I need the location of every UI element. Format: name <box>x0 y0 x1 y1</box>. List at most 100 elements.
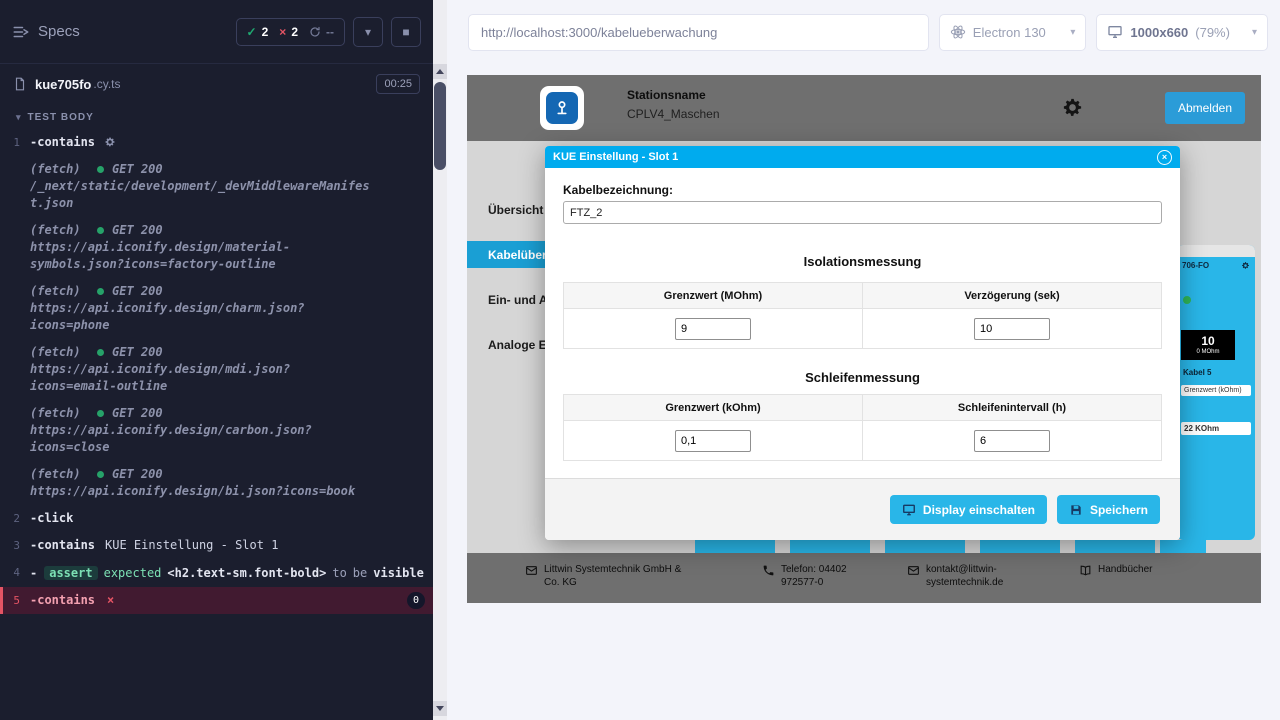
command-number: 3 <box>0 537 30 554</box>
fetch-log-row[interactable]: (fetch) GET 200 https://api.iconify.desi… <box>0 461 433 505</box>
save-button[interactable]: Speichern <box>1057 495 1160 524</box>
schleifen-table: Grenzwert (kOhm) Schleifenintervall (h) <box>563 394 1162 461</box>
fetch-url: /_next/static/development/_devMiddleware… <box>30 178 372 212</box>
logout-button[interactable]: Abmelden <box>1165 92 1245 124</box>
url-input[interactable] <box>468 14 929 51</box>
retry-badge: 0 <box>407 592 425 609</box>
manuals-label: Handbücher <box>1098 563 1152 576</box>
command-number: 5 <box>3 592 30 609</box>
kabelbezeichnung-input[interactable] <box>563 201 1162 224</box>
assert-expected: expected <box>104 566 162 580</box>
fetch-log-row[interactable]: (fetch) GET 200 https://api.iconify.desi… <box>0 400 433 461</box>
loop-grenzwert-input[interactable] <box>675 430 751 452</box>
background-button-fragment <box>695 540 775 553</box>
scrollbar-thumb[interactable] <box>434 82 446 170</box>
viewport-select[interactable]: 1000x660 (79%) ▾ <box>1096 14 1268 51</box>
fetch-label: (fetch) <box>30 467 81 481</box>
test-body-toggle[interactable]: ▾ TEST BODY <box>0 104 433 129</box>
specs-menu-icon[interactable] <box>12 23 30 41</box>
nav-item-analoge-eingaenge[interactable]: Analoge Eingänge <box>467 322 545 367</box>
slot-label: 706-FO <box>1182 261 1209 270</box>
footer-email: kontakt@littwin-systemtechnik.de <box>907 563 1037 589</box>
command-name: -contains <box>30 537 95 554</box>
nav-item-ein-und-ausgaenge[interactable]: Ein- und Ausgänge <box>467 277 545 322</box>
iso-verzoegerung-input[interactable] <box>974 318 1050 340</box>
modal-footer: Display einschalten Speichern <box>545 478 1180 540</box>
isolation-table: Grenzwert (MOhm) Verzögerung (sek) <box>563 282 1162 349</box>
close-icon[interactable]: × <box>1157 150 1172 165</box>
test-stats: ✓ 2 × 2 -- <box>236 18 345 46</box>
company-name: Littwin Systemtechnik GmbH & Co. KG <box>544 563 693 589</box>
scroll-up-button[interactable] <box>433 64 447 79</box>
footer-phone: Telefon: 04402 972577-0 <box>762 563 874 589</box>
status-dot <box>97 166 104 173</box>
fetch-status: GET 200 <box>112 406 163 420</box>
nav-item-uebersicht[interactable]: Übersicht <box>467 187 545 232</box>
browser-select[interactable]: Electron 130 ▾ <box>939 14 1087 51</box>
specs-title: Specs <box>38 23 80 40</box>
fetch-url: https://api.iconify.design/material-symb… <box>30 239 372 273</box>
cypress-reporter: Specs ✓ 2 × 2 -- ▾ ■ <box>0 0 433 720</box>
background-button-fragment <box>1160 540 1206 553</box>
status-dot <box>1183 296 1191 304</box>
scroll-down-button[interactable] <box>433 701 447 716</box>
phone-number: Telefon: 04402 972577-0 <box>781 563 874 589</box>
browser-name: Electron 130 <box>973 25 1046 40</box>
command-name: -contains <box>30 134 95 151</box>
display-on-button[interactable]: Display einschalten <box>890 495 1047 524</box>
gear-icon[interactable] <box>1241 261 1250 270</box>
fetch-log-row[interactable]: (fetch) GET 200 /_next/static/developmen… <box>0 156 433 217</box>
status-dot <box>97 349 104 356</box>
fetch-label: (fetch) <box>30 162 81 176</box>
background-button-fragment <box>790 540 870 553</box>
command-row[interactable]: 2 -click <box>0 505 433 532</box>
viewport-size: 1000x660 <box>1130 25 1188 40</box>
station-info: Stationsname CPLV4_Maschen <box>627 88 720 121</box>
passed-stat: ✓ 2 <box>247 25 269 39</box>
background-button-fragment <box>980 540 1060 553</box>
nav-item-kabelueberwachung[interactable]: Kabelüberwachung <box>467 241 545 268</box>
status-dot <box>97 227 104 234</box>
command-name: - <box>30 566 37 580</box>
settings-gear-icon[interactable] <box>1061 96 1084 119</box>
iso-grenzwert-input[interactable] <box>675 318 751 340</box>
app-nav: Übersicht Kabelüberwachung Ein- und Ausg… <box>467 187 545 367</box>
stop-button[interactable]: ■ <box>391 17 421 47</box>
monitor-icon <box>902 503 916 517</box>
fetch-status: GET 200 <box>112 284 163 298</box>
station-name: CPLV4_Maschen <box>627 107 720 121</box>
fetch-url: https://api.iconify.design/bi.json?icons… <box>30 483 372 500</box>
spec-file-row[interactable]: kue705fo .cy.ts 00:25 <box>0 64 433 104</box>
modal-title: KUE Einstellung - Slot 1 <box>553 151 678 163</box>
phone-icon <box>762 563 775 577</box>
command-number: 2 <box>0 510 30 527</box>
iso-col-grenzwert: Grenzwert (MOhm) <box>564 283 863 309</box>
command-row[interactable]: 1 -contains <box>0 129 433 156</box>
assert-row[interactable]: 4 -assertexpected<h2.text-sm.font-bold>t… <box>0 559 433 587</box>
failed-command-row[interactable]: 5 -contains × 0 <box>0 587 433 614</box>
floppy-icon <box>1069 503 1083 517</box>
slot-card: 706-FO 10 0 MOhm Kabel 5 Grenzwert (kOhm… <box>1177 245 1255 540</box>
fetch-log-row[interactable]: (fetch) GET 200 https://api.iconify.desi… <box>0 278 433 339</box>
test-body-label: TEST BODY <box>28 112 94 123</box>
collapse-runs-button[interactable]: ▾ <box>353 17 383 47</box>
fetch-log-row[interactable]: (fetch) GET 200 https://api.iconify.desi… <box>0 339 433 400</box>
app-under-test: Stationsname CPLV4_Maschen Abmelden Über… <box>467 75 1261 603</box>
runner-topbar: Electron 130 ▾ 1000x660 (79%) ▾ <box>447 0 1280 64</box>
assert-state: visible <box>373 566 424 580</box>
loop-intervall-input[interactable] <box>974 430 1050 452</box>
kabel-label: Kabel 5 <box>1183 368 1255 377</box>
gear-icon <box>104 136 116 148</box>
failed-count: 2 <box>291 25 298 39</box>
chevron-down-icon: ▾ <box>16 112 22 123</box>
fetch-label: (fetch) <box>30 284 81 298</box>
file-icon <box>13 77 27 91</box>
footer-manuals[interactable]: Handbücher <box>1079 563 1152 577</box>
fetch-status: GET 200 <box>112 345 163 359</box>
kohm-value: 22 KOhm <box>1181 422 1251 435</box>
fetch-log-row[interactable]: (fetch) GET 200 https://api.iconify.desi… <box>0 217 433 278</box>
chevron-down-icon: ▾ <box>1252 27 1257 38</box>
command-row[interactable]: 3 -contains KUE Einstellung - Slot 1 <box>0 532 433 559</box>
command-name: -contains <box>30 592 95 609</box>
status-dot <box>97 288 104 295</box>
